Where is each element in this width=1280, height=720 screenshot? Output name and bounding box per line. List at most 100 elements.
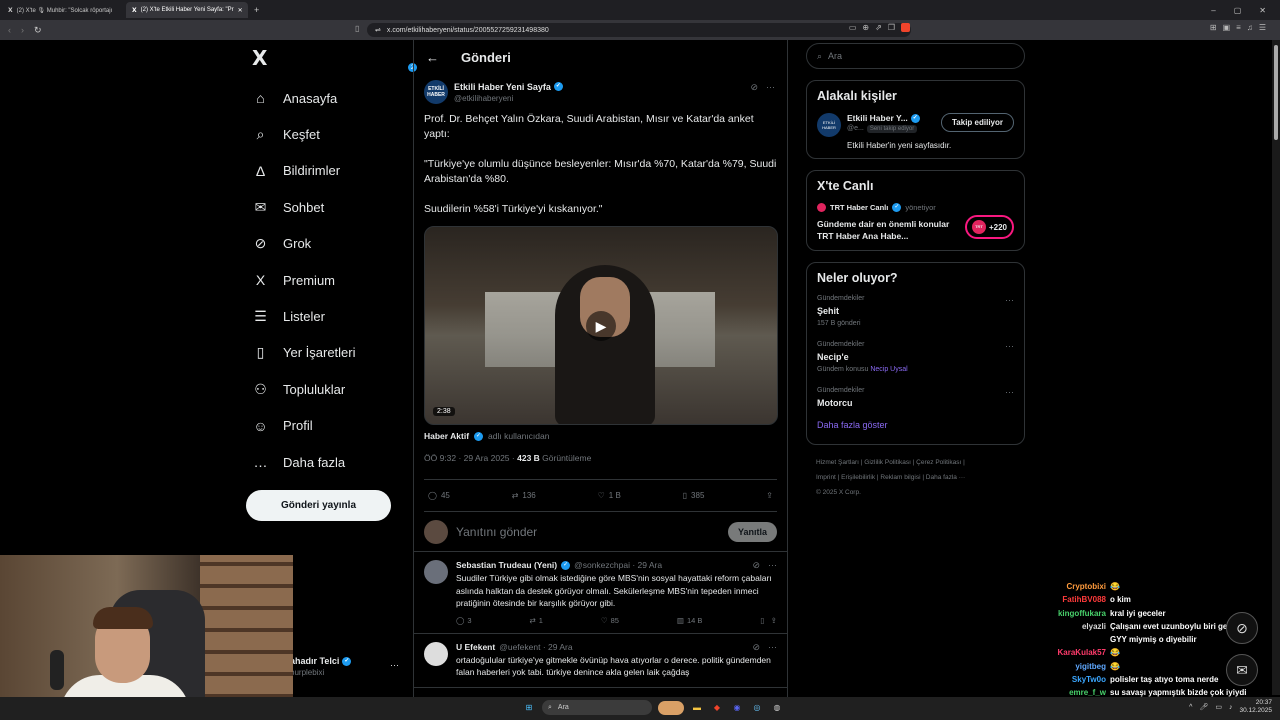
reload-icon[interactable]: ↻ (34, 25, 42, 36)
post-button[interactable]: Gönderi yayınla (246, 490, 391, 521)
menu-icon[interactable]: ≡ (1236, 23, 1241, 32)
footer-line[interactable]: Hizmet Şartları | Gizlilik Politikası | … (816, 455, 1025, 470)
reply-button[interactable]: ◯ 3 (456, 616, 472, 625)
nav-item[interactable]: ⚇ Topluluklar (252, 371, 412, 407)
mic-icon[interactable]: 🎤︎ (1199, 703, 1208, 711)
account-switcher[interactable]: ahadır Telci ✓ purplebixi ··· (290, 656, 399, 677)
reply-submit-button[interactable]: Yanıtla (727, 521, 777, 542)
music-icon[interactable]: ♫ (1247, 23, 1253, 32)
avatar[interactable] (424, 641, 448, 666)
network-icon[interactable]: ▭ (1215, 703, 1222, 711)
browser-menu-icon[interactable]: ☰ (1259, 23, 1266, 32)
messages-icon[interactable]: ✉ (1226, 654, 1258, 686)
more-options-icon[interactable]: ··· (1005, 295, 1014, 305)
nav-item[interactable]: ⌂ Anasayfa (252, 80, 412, 116)
like-button[interactable]: ♡ 1 B (598, 491, 621, 500)
trend-link[interactable]: Necip Uysal (870, 366, 907, 373)
reply-button[interactable]: ◯ 45 (428, 491, 450, 500)
obs-icon[interactable]: ◍ (770, 701, 784, 715)
tray-chevron-icon[interactable]: ^ (1189, 704, 1192, 711)
reply-post[interactable]: Sebastian Trudeau (Yeni) ✓ @sonkezchpai · … (414, 552, 787, 634)
copy-icon[interactable]: ❐ (888, 23, 895, 32)
like-button[interactable]: ♡ 85 (601, 616, 619, 625)
browser-tab-2[interactable]: X (2) X'te Etkili Haber Yeni Sayfa: "Pr … (126, 2, 248, 18)
author-handle[interactable]: @etkilihaberyeni (454, 94, 563, 103)
repost-button[interactable]: ⇄ 136 (512, 491, 536, 500)
page-scrollbar[interactable] (1272, 40, 1280, 695)
more-options-icon[interactable]: ··· (768, 560, 777, 571)
file-explorer-icon[interactable]: ▬ (690, 701, 704, 715)
taskbar-search[interactable]: ⌕ Ara (542, 700, 652, 715)
discord-icon[interactable]: ◉ (730, 701, 744, 715)
views-button[interactable]: ▥ 14 B (677, 616, 703, 625)
repost-button[interactable]: ⇄ 1 (529, 616, 542, 625)
url-bar[interactable]: ⇌ x.com/etkilihaberyeni/status/200552725… (367, 23, 911, 37)
restore-icon[interactable]: ▢ (1234, 6, 1242, 15)
play-icon[interactable]: ▶ (586, 311, 616, 341)
credit-name[interactable]: Haber Aktif (424, 431, 469, 441)
nav-item[interactable]: ☺ Profil (252, 408, 412, 444)
brave-shield-icon[interactable] (901, 23, 910, 32)
reply-author-name[interactable]: U Efekent (456, 642, 495, 652)
grok-icon[interactable]: ⊘ (752, 560, 760, 571)
trend-item[interactable]: Gündemdekiler Necip'e Gündem konusu Neci… (817, 341, 1014, 373)
trend-item[interactable]: Gündemdekiler Şehit 157 B gönderi ··· (817, 295, 1014, 327)
browser-tab-1[interactable]: X (2) X'te 🎙 Muhbir: "Solcak röportajı (2, 2, 124, 18)
tab-icon[interactable]: ▭ (849, 23, 857, 32)
relevant-person[interactable]: ETKİLİ HABER Etkili Haber Y... ✓ @e... Sen… (817, 113, 1014, 137)
more-options-icon[interactable]: ··· (1005, 387, 1014, 397)
volume-icon[interactable]: ♪ (1229, 704, 1233, 711)
back-arrow-icon[interactable]: ← (426, 50, 439, 65)
reply-author-name[interactable]: Sebastian Trudeau (Yeni) (456, 560, 557, 570)
share-icon[interactable]: ⇗ (875, 23, 882, 32)
more-options-icon[interactable]: ··· (766, 82, 775, 93)
grok-icon[interactable]: ⊘ (750, 82, 758, 93)
search-input[interactable]: ⌕ Ara (806, 43, 1025, 69)
nav-item[interactable]: X Premium (252, 262, 412, 298)
video-player[interactable]: ▶ 2:38 (424, 226, 778, 425)
back-icon[interactable]: ‹ (8, 25, 11, 36)
avatar[interactable] (424, 560, 448, 584)
close-tab-icon[interactable]: ✕ (238, 7, 243, 14)
minimize-icon[interactable]: – (1211, 6, 1215, 15)
person-name[interactable]: Etkili Haber Y... (847, 113, 908, 123)
nav-item[interactable]: ⌕ Keşfet (252, 116, 412, 152)
bookmark-page-icon[interactable]: ▯ (355, 24, 359, 33)
forward-icon[interactable]: › (21, 25, 24, 36)
widget-icon[interactable] (658, 700, 684, 715)
reply-post[interactable]: U Efekent @uefekent · 29 Ara ortadoğulula… (414, 634, 787, 688)
more-options-icon[interactable]: ··· (390, 660, 399, 670)
nav-item[interactable]: ☰ Listeler (252, 298, 412, 334)
scrollbar-thumb[interactable] (1274, 45, 1278, 140)
close-window-icon[interactable]: ✕ (1259, 6, 1266, 15)
live-listeners-badge[interactable]: TRT +220 (964, 215, 1014, 239)
extension-icon[interactable]: ⊞ (1210, 23, 1217, 32)
nav-item[interactable]: ⊘ Grok (252, 226, 412, 262)
trend-item[interactable]: Gündemdekiler Motorcu ··· (817, 387, 1014, 408)
nav-item[interactable]: … Daha fazla (252, 444, 412, 480)
brave-icon[interactable]: ◆ (710, 701, 724, 715)
nav-item[interactable]: Δ 2 Bildirimler (252, 63, 417, 189)
wallet-icon[interactable]: ▣ (1223, 23, 1231, 32)
nav-item[interactable]: ▯ Yer İşaretleri (252, 335, 412, 371)
footer-line[interactable]: Imprint | Erişilebilirlik | Reklam bilgi… (816, 470, 1025, 485)
reply-input[interactable]: Yanıtını gönder (456, 525, 720, 539)
author-name[interactable]: Etkili Haber Yeni Sayfa (454, 82, 551, 92)
nav-item[interactable]: ✉ Sohbet (252, 189, 412, 225)
bookmark-button[interactable]: ▯ 385 (683, 491, 705, 500)
grok-icon[interactable]: ⊘ (1226, 612, 1258, 644)
more-options-icon[interactable]: ··· (768, 642, 777, 653)
clock[interactable]: 20:37 30.12.2025 (1239, 699, 1272, 715)
live-title[interactable]: Gündeme dair en önemli konular TRT Haber… (817, 218, 962, 242)
grok-icon[interactable]: ⊘ (752, 642, 760, 653)
following-button[interactable]: Takip ediliyor (941, 113, 1014, 132)
steam-icon[interactable]: ◎ (750, 701, 764, 715)
more-options-icon[interactable]: ··· (1005, 341, 1014, 351)
zoom-icon[interactable]: ⊕ (862, 23, 869, 32)
avatar[interactable]: ETKİLİ HABER (424, 80, 448, 104)
live-host-name[interactable]: TRT Haber Canlı (830, 203, 888, 212)
site-info-icon[interactable]: ⇌ (375, 26, 381, 34)
avatar[interactable]: ETKİLİ HABER (817, 113, 841, 137)
x-logo[interactable]: X (252, 46, 267, 70)
share-button[interactable]: ⇪ (766, 491, 773, 500)
